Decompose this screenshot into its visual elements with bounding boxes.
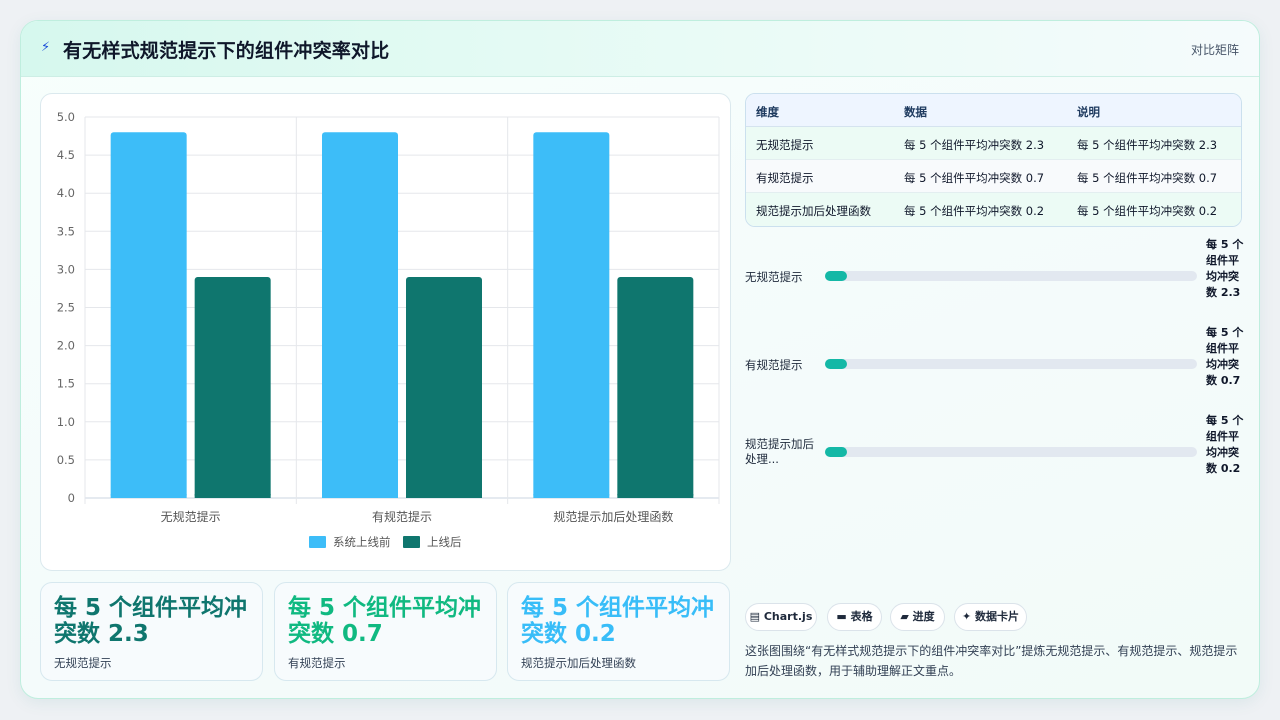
- stat-value: 每 5 个组件平均冲突数 2.3: [54, 595, 248, 647]
- tag-label: 数据卡片: [975, 610, 1020, 623]
- bar-base: [322, 494, 398, 498]
- bar: [533, 132, 610, 499]
- progress-value: 每 5 个组件平均冲突数 0.2: [1206, 414, 1244, 475]
- tag-table[interactable]: ▬ 表格: [827, 603, 882, 631]
- progress-row: 无规范提示 每 5 个组件平均冲突数 2.3: [745, 237, 1243, 317]
- progress-row: 有规范提示 每 5 个组件平均冲突数 0.7: [745, 325, 1243, 405]
- y-tick-label: 4.0: [57, 186, 75, 200]
- stat-card: 每 5 个组件平均冲突数 0.7 有规范提示: [274, 582, 497, 681]
- bar: [322, 132, 398, 499]
- header-bar: ⚡ 有无样式规范提示下的组件冲突率对比 对比矩阵: [21, 21, 1259, 77]
- table-header-row: 维度 数据 说明: [746, 94, 1241, 127]
- bar-base: [406, 494, 482, 498]
- stat-label: 有规范提示: [288, 656, 346, 670]
- bar: [617, 277, 694, 498]
- progress-fill: [825, 359, 848, 369]
- table-header-cell: 数据: [904, 105, 927, 119]
- progress-track: [825, 359, 1197, 369]
- progress-fill: [825, 447, 848, 457]
- x-tick-label: 无规范提示: [161, 509, 221, 524]
- stat-label: 规范提示加后处理函数: [521, 656, 636, 670]
- progress-row: 规范提示加后处理... 每 5 个组件平均冲突数 0.2: [745, 413, 1243, 493]
- stat-label: 无规范提示: [54, 656, 112, 670]
- table-header-cell: 维度: [756, 105, 779, 119]
- bar-base: [194, 494, 271, 498]
- tag-progress[interactable]: ▰ 进度: [890, 603, 945, 631]
- y-tick-label: 4.5: [57, 148, 75, 162]
- x-tick-label: 规范提示加后处理函数: [553, 509, 673, 524]
- stat-card: 每 5 个组件平均冲突数 2.3 无规范提示: [40, 582, 263, 681]
- bar-chart: 0 0.5 1.0 1.5 2.0 2.5 3.0 3.5 4.0 4.5 5.0 无规范提示 有规范提…: [57, 110, 720, 549]
- stat-value: 每 5 个组件平均冲突数 0.2: [521, 595, 715, 647]
- table-cell: 有规范提示: [756, 171, 814, 185]
- stat-card: 每 5 个组件平均冲突数 0.2 规范提示加后处理函数: [507, 582, 730, 681]
- tag-label: 表格: [850, 610, 873, 623]
- table-cell: 无规范提示: [756, 138, 814, 152]
- table-cell: 每 5 个组件平均冲突数 2.3: [904, 138, 1045, 152]
- tag-data-card[interactable]: ✦ 数据卡片: [954, 603, 1027, 631]
- y-tick-label: 3.5: [57, 224, 75, 238]
- page-title: 有无样式规范提示下的组件冲突率对比: [63, 40, 390, 62]
- table-row: 有规范提示 每 5 个组件平均冲突数 0.7 每 5 个组件平均冲突数 0.7: [746, 160, 1241, 193]
- progress-label: 有规范提示: [745, 358, 803, 372]
- stat-value: 每 5 个组件平均冲突数 0.7: [288, 595, 482, 647]
- x-tick-label: 有规范提示: [372, 509, 432, 524]
- y-tick-label: 0.5: [57, 453, 75, 467]
- table-cell: 每 5 个组件平均冲突数 0.7: [904, 171, 1045, 185]
- y-tick-label: 1.0: [57, 415, 75, 429]
- y-tick-label: 5.0: [57, 110, 75, 124]
- progress-label: 规范提示加后处理...: [745, 437, 814, 466]
- data-table: 维度 数据 说明 无规范提示 每 5 个组件平均冲突数 2.3 每 5 个组件平…: [745, 93, 1242, 227]
- table-row: 规范提示加后处理函数 每 5 个组件平均冲突数 0.2 每 5 个组件平均冲突数…: [746, 193, 1241, 226]
- table-row: 无规范提示 每 5 个组件平均冲突数 2.3 每 5 个组件平均冲突数 2.3: [746, 127, 1241, 160]
- bar-base: [110, 494, 187, 498]
- progress-value: 每 5 个组件平均冲突数 2.3: [1206, 238, 1244, 299]
- tag-label: Chart.js: [763, 610, 813, 623]
- legend-swatch: [403, 536, 420, 548]
- bar-base: [533, 494, 610, 498]
- legend-label: 上线后: [427, 535, 462, 549]
- lightning-icon: ⚡: [41, 40, 51, 55]
- y-tick-label: 3.0: [57, 262, 75, 276]
- progress-icon: ▰: [900, 610, 909, 623]
- y-tick-label: 0: [68, 491, 75, 505]
- table-cell: 每 5 个组件平均冲突数 0.2: [1077, 204, 1218, 218]
- bar-chart-card: 0 0.5 1.0 1.5 2.0 2.5 3.0 3.5 4.0 4.5 5.0 无规范提示 有规范提…: [40, 93, 731, 571]
- tag-chartjs[interactable]: ▤ Chart.js: [745, 603, 817, 631]
- table-cell: 每 5 个组件平均冲突数 0.7: [1077, 171, 1218, 185]
- table-header-cell: 说明: [1077, 105, 1100, 119]
- legend-swatch: [309, 536, 326, 548]
- chart-icon: ▤: [749, 610, 761, 623]
- table-icon: ▬: [836, 610, 847, 623]
- tag-label: 进度: [912, 610, 935, 623]
- bar: [406, 277, 482, 498]
- header-mode-label: 对比矩阵: [1190, 43, 1239, 57]
- sparkle-icon: ✦: [961, 610, 972, 623]
- bar: [194, 277, 271, 498]
- dashboard-frame: ⚡ 有无样式规范提示下的组件冲突率对比 对比矩阵 0 0.5 1.0 1.5 2.0 2.…: [20, 20, 1260, 699]
- bar: [110, 132, 187, 499]
- y-tick-label: 2.5: [57, 301, 75, 315]
- table-cell: 每 5 个组件平均冲突数 0.2: [904, 204, 1045, 218]
- y-tick-label: 2.0: [57, 339, 75, 353]
- progress-track: [825, 447, 1197, 457]
- legend-label: 系统上线前: [333, 535, 391, 549]
- progress-fill: [825, 271, 848, 281]
- progress-value: 每 5 个组件平均冲突数 0.7: [1206, 326, 1244, 387]
- progress-label: 无规范提示: [745, 270, 803, 284]
- table-cell: 每 5 个组件平均冲突数 2.3: [1077, 138, 1218, 152]
- progress-track: [825, 271, 1197, 281]
- summary-text: 这张图围绕“有无样式规范提示下的组件冲突率对比”提炼无规范提示、有规范提示、规范…: [745, 644, 1238, 678]
- table-cell: 规范提示加后处理函数: [756, 204, 871, 218]
- y-tick-label: 1.5: [57, 377, 75, 391]
- bar-base: [617, 494, 694, 498]
